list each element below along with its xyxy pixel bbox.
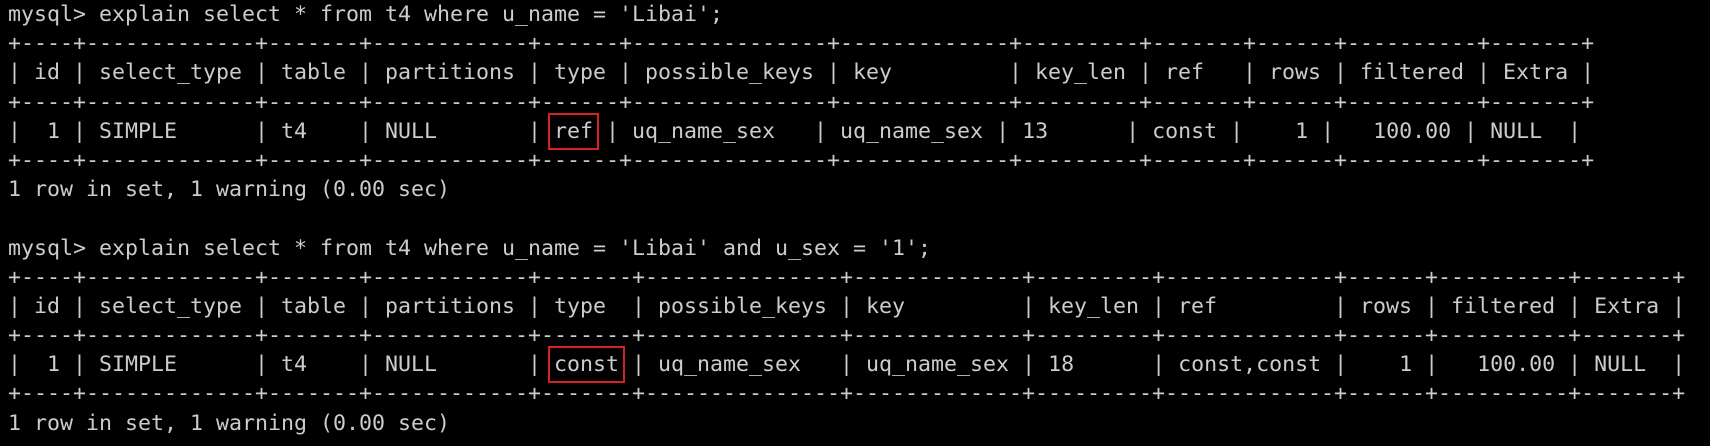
- table-row: | 1 | SIMPLE | t4 | NULL | ref | uq_name…: [8, 112, 1710, 150]
- terminal-window[interactable]: mysql> explain select * from t4 where u_…: [0, 0, 1710, 446]
- highlighted-type-cell: const: [548, 346, 626, 384]
- table-border: +----+-------------+-------+------------…: [8, 264, 1686, 290]
- row-suffix: | uq_name_sex | uq_name_sex | 18 | const…: [619, 352, 1686, 378]
- status-line: 1 row in set, 1 warning (0.00 sec): [8, 177, 451, 203]
- command-line: mysql> explain select * from t4 where u_…: [8, 2, 724, 27]
- row-suffix: | uq_name_sex | uq_name_sex | 13 | const…: [593, 118, 1582, 144]
- table-border: +----+-------------+-------+------------…: [8, 147, 1595, 173]
- table-border: +----+-------------+-------+------------…: [8, 323, 1686, 349]
- table-header: | id | select_type | table | partitions …: [8, 60, 1595, 86]
- status-line: 1 row in set, 1 warning (0.00 sec): [8, 410, 451, 436]
- row-prefix: | 1 | SIMPLE | t4 | NULL |: [8, 352, 555, 378]
- table-border: +----+-------------+-------+------------…: [8, 31, 1595, 57]
- table-row: | 1 | SIMPLE | t4 | NULL | const | uq_na…: [8, 346, 1710, 384]
- command-line: mysql> explain select * from t4 where u_…: [8, 235, 932, 261]
- table-header: | id | select_type | table | partitions …: [8, 293, 1686, 319]
- table-border: +----+-------------+-------+------------…: [8, 89, 1595, 115]
- row-prefix: | 1 | SIMPLE | t4 | NULL |: [8, 118, 555, 144]
- highlighted-type-cell: ref: [548, 112, 600, 150]
- table-border: +----+-------------+-------+------------…: [8, 381, 1686, 407]
